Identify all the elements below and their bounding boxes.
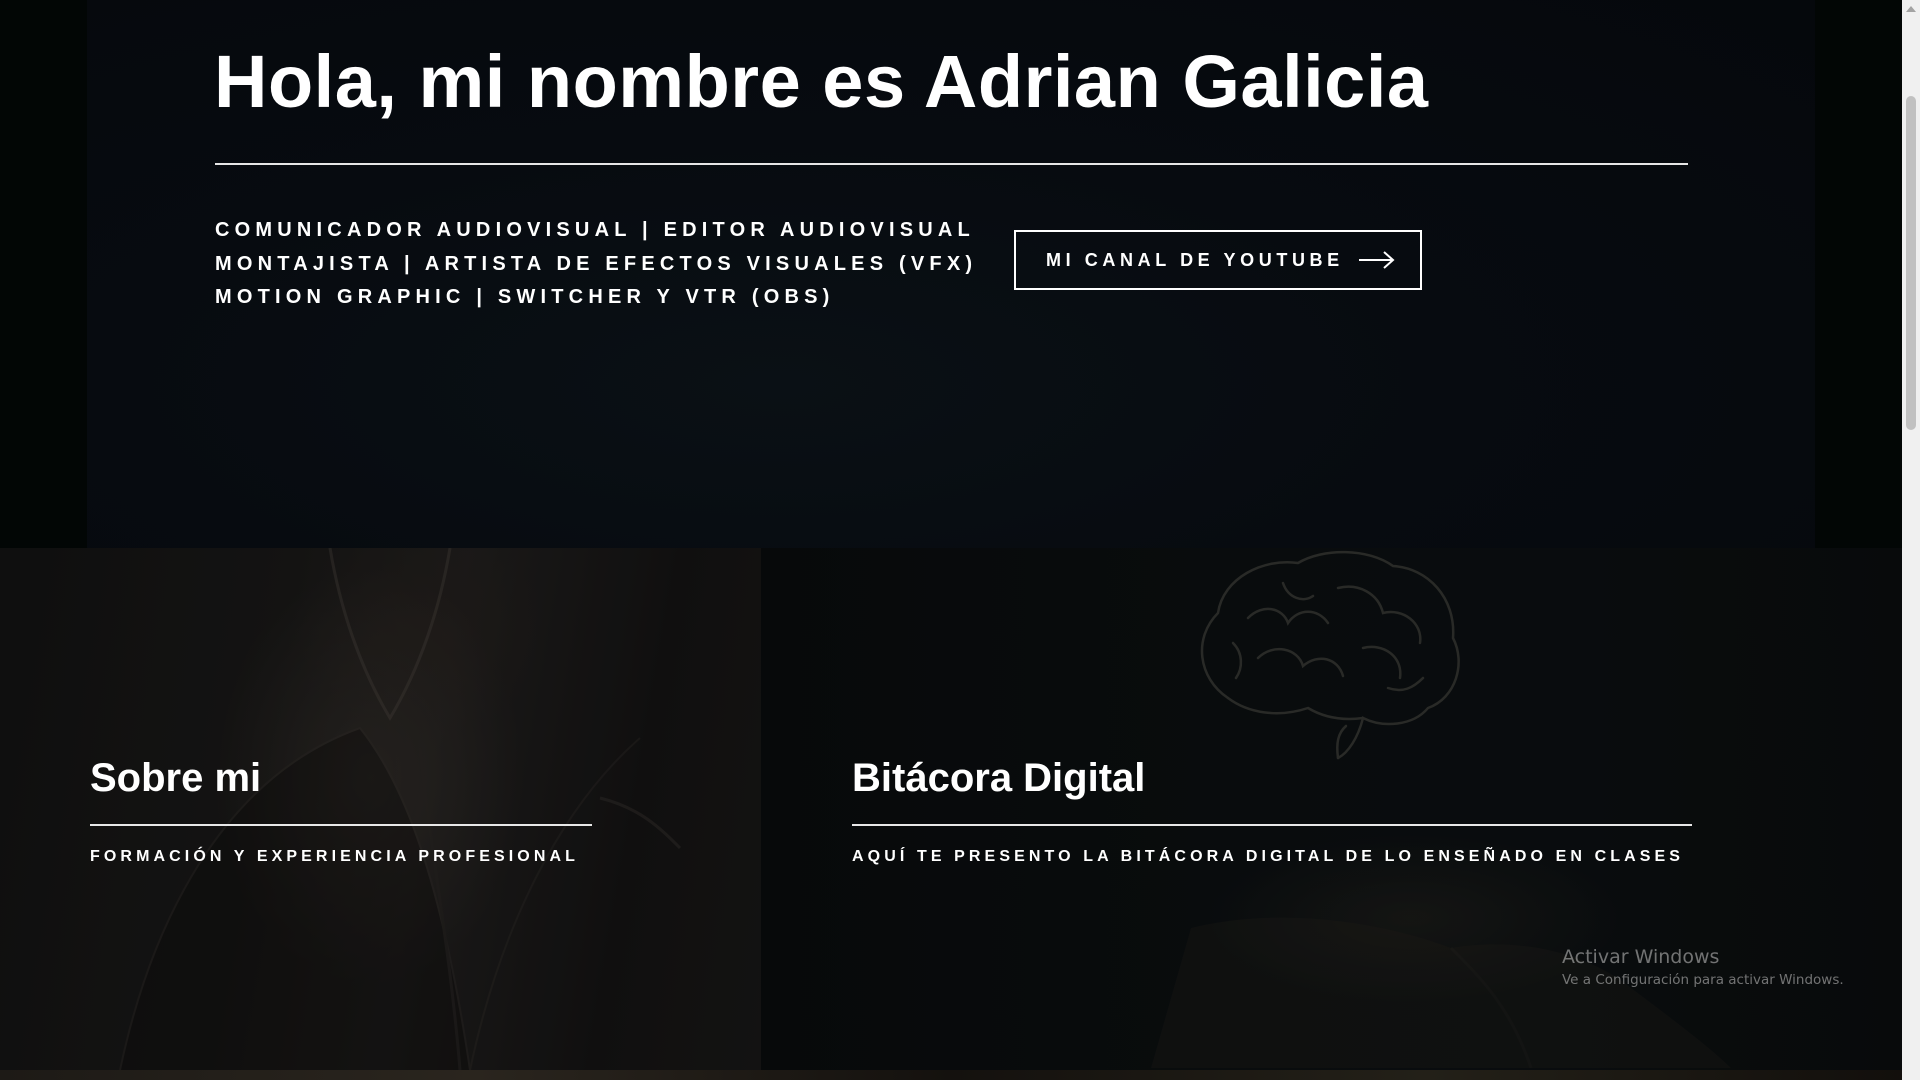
about-card[interactable]: Sobre mi FORMACIÓN Y EXPERIENCIA PROFESI… <box>0 548 761 1070</box>
scroll-up-arrow-icon[interactable] <box>1902 0 1920 18</box>
about-card-title: Sobre mi <box>90 756 262 800</box>
role-line: MOTION GRAPHIC | SWITCHER Y VTR (OBS) <box>215 286 835 308</box>
about-card-subtitle: FORMACIÓN Y EXPERIENCIA PROFESIONAL <box>90 848 580 865</box>
blog-card-title: Bitácora Digital <box>852 756 1146 800</box>
blog-card-subtitle: AQUÍ TE PRESENTO LA BITÁCORA DIGITAL DE … <box>852 848 1685 865</box>
blog-card-overlay <box>761 548 1902 1070</box>
page-title: Hola, mi nombre es Adrian Galicia <box>214 40 1429 123</box>
role-line: COMUNICADOR AUDIOVISUAL | EDITOR AUDIOVI… <box>215 219 975 241</box>
hero-section: Hola, mi nombre es Adrian Galicia COMUNI… <box>0 0 1902 548</box>
hero-divider <box>215 163 1688 165</box>
page-viewport: Hola, mi nombre es Adrian Galicia COMUNI… <box>0 0 1902 1080</box>
blog-card[interactable]: Bitácora Digital AQUÍ TE PRESENTO LA BIT… <box>761 548 1902 1070</box>
about-card-divider <box>90 824 592 826</box>
arrow-right-icon <box>1358 250 1396 270</box>
roles-list: COMUNICADOR AUDIOVISUAL | EDITOR AUDIOVI… <box>215 214 977 315</box>
vertical-scrollbar[interactable] <box>1902 0 1920 1080</box>
scrollbar-thumb[interactable] <box>1906 96 1916 430</box>
blog-card-divider <box>852 824 1692 826</box>
next-section-preview <box>0 1070 1902 1080</box>
youtube-channel-button[interactable]: MI CANAL DE YOUTUBE <box>1014 230 1422 290</box>
youtube-button-label: MI CANAL DE YOUTUBE <box>1046 249 1344 270</box>
role-line: MONTAJISTA | ARTISTA DE EFECTOS VISUALES… <box>215 252 978 275</box>
about-card-overlay <box>0 548 761 1070</box>
